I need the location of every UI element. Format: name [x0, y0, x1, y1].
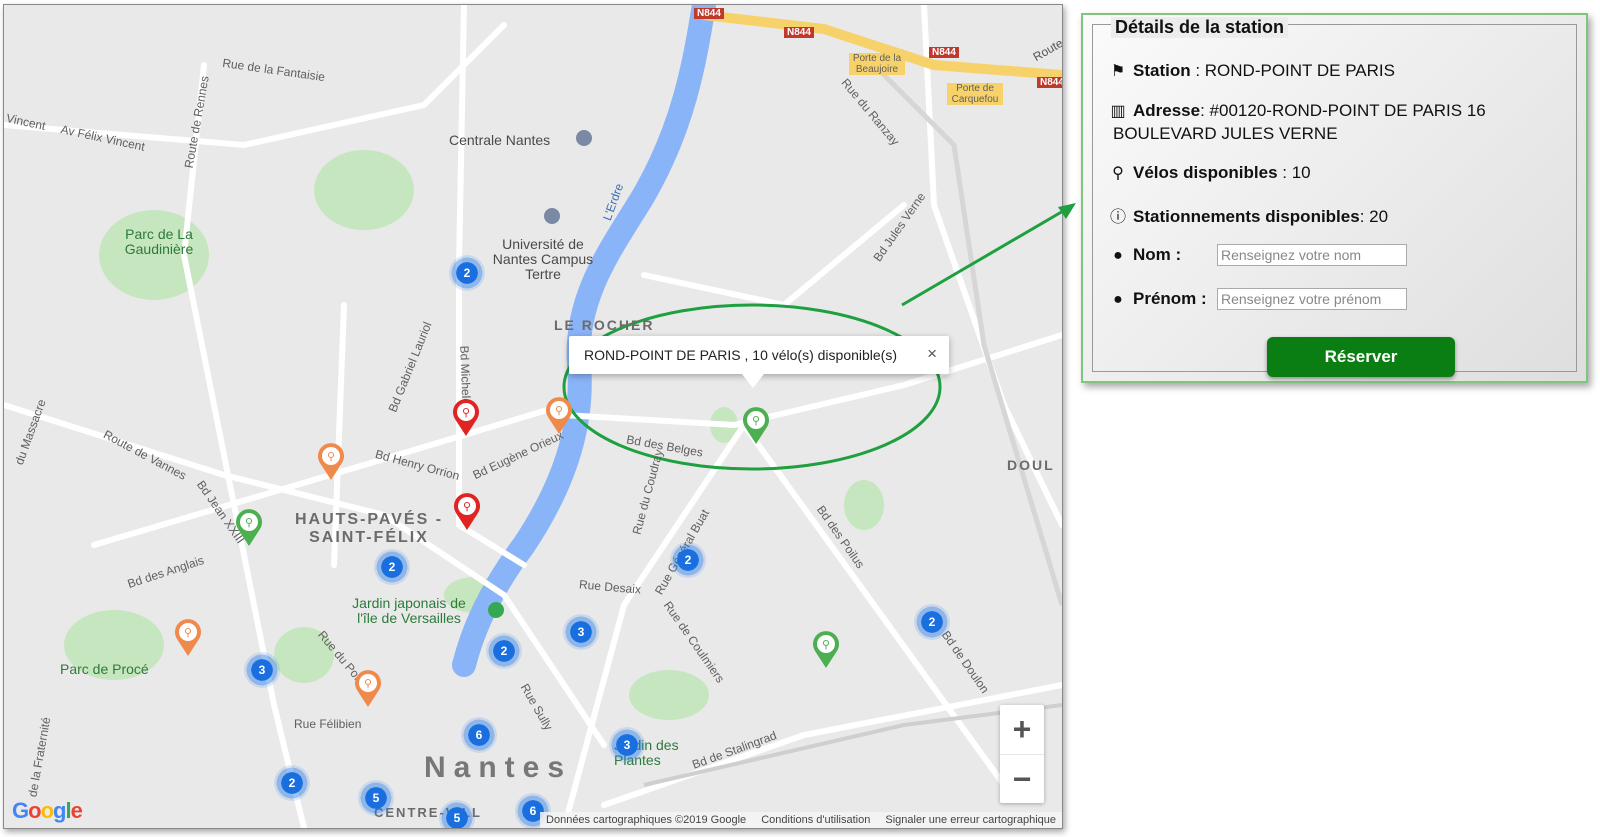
- bike-station-pin-green[interactable]: ⚲: [812, 631, 840, 669]
- bike-station-pin-orange[interactable]: ⚲: [545, 397, 573, 435]
- station-cluster[interactable]: 3: [609, 727, 645, 763]
- nom-input[interactable]: [1217, 244, 1407, 266]
- road-shield: N844: [929, 47, 959, 58]
- infowindow-text: ROND-POINT DE PARIS , 10 vélo(s) disponi…: [584, 347, 898, 363]
- road-shield: N844: [784, 27, 814, 38]
- address-value: : #00120-ROND-POINT DE PARIS 16: [1200, 101, 1486, 120]
- bikes-label: Vélos disponibles: [1133, 163, 1278, 182]
- close-icon[interactable]: ×: [927, 344, 937, 364]
- station-infowindow: ROND-POINT DE PARIS , 10 vélo(s) disponi…: [569, 336, 949, 388]
- prenom-row: ● Prénom :: [1107, 289, 1207, 309]
- map-icon: ▥: [1110, 103, 1126, 120]
- zoom-control: + −: [1000, 705, 1044, 803]
- google-logo[interactable]: Google: [12, 798, 83, 824]
- bikes-value: : 10: [1277, 163, 1311, 182]
- station-details-panel: Détails de la station ⚑ Station : ROND-PO…: [1081, 13, 1588, 383]
- svg-text:⚲: ⚲: [245, 516, 253, 529]
- map-view[interactable]: Rue de la Fantaisie Av Félix Vincent Vin…: [3, 4, 1063, 829]
- svg-text:⚲: ⚲: [752, 414, 760, 427]
- station-cluster[interactable]: 5: [439, 800, 475, 828]
- address-label: Adresse: [1133, 101, 1201, 120]
- station-cluster[interactable]: 2: [274, 765, 310, 801]
- svg-text:⚲: ⚲: [463, 500, 471, 513]
- location-pin-icon[interactable]: [576, 130, 592, 146]
- svg-text:⚲: ⚲: [184, 626, 192, 639]
- nom-label: Nom :: [1133, 245, 1182, 264]
- map-attribution: Données cartographiques ©2019 Google Con…: [540, 812, 1062, 828]
- district-label: DOUL: [1007, 457, 1055, 473]
- poi-label: Centrale Nantes: [449, 132, 551, 148]
- user-icon: ●: [1113, 291, 1123, 308]
- station-cluster[interactable]: 2: [914, 604, 950, 640]
- station-cluster[interactable]: 2: [670, 542, 706, 578]
- city-label: Nantes: [424, 751, 573, 784]
- panel-title: Détails de la station: [1111, 17, 1289, 38]
- svg-text:⚲: ⚲: [822, 638, 830, 651]
- garden-icon[interactable]: [488, 602, 504, 618]
- svg-text:⚲: ⚲: [327, 450, 335, 463]
- svg-text:⚲: ⚲: [364, 677, 372, 690]
- address-row: ▥ Adresse: #00120-ROND-POINT DE PARIS 16: [1107, 101, 1486, 121]
- station-cluster[interactable]: 2: [486, 633, 522, 669]
- bike-station-pin-orange[interactable]: ⚲: [174, 619, 202, 657]
- zoom-in-button[interactable]: +: [1000, 705, 1044, 755]
- svg-text:⚲: ⚲: [462, 406, 470, 419]
- university-icon[interactable]: [544, 208, 560, 224]
- exit-label: Porte de la Beaujoire: [849, 53, 905, 75]
- district-label: HAUTS-PAVÉS - SAINT-FÉLIX: [294, 511, 444, 546]
- bike-station-pin-green[interactable]: ⚲: [235, 509, 263, 547]
- svg-text:⚲: ⚲: [555, 404, 563, 417]
- station-cluster[interactable]: 3: [563, 614, 599, 650]
- bikes-row: ⚲ Vélos disponibles : 10: [1107, 163, 1311, 183]
- address-row-cont: BOULEVARD JULES VERNE: [1113, 124, 1338, 143]
- station-cluster[interactable]: 2: [374, 549, 410, 585]
- bike-station-pin-red[interactable]: ⚲: [452, 399, 480, 437]
- info-icon: ⓘ: [1109, 209, 1126, 226]
- district-label: LE ROCHER: [554, 317, 655, 333]
- street-label: Rue Félibien: [294, 717, 362, 731]
- report-error-link[interactable]: Signaler une erreur cartographique: [885, 814, 1056, 826]
- station-value: : ROND-POINT DE PARIS: [1190, 61, 1395, 80]
- station-cluster[interactable]: 3: [244, 652, 280, 688]
- reserve-button[interactable]: Réserver: [1267, 337, 1455, 377]
- connector-arrow: [901, 203, 1076, 307]
- terms-link[interactable]: Conditions d'utilisation: [761, 814, 870, 826]
- park-label: Parc de Procé: [60, 661, 149, 677]
- signpost-icon: ⚑: [1110, 63, 1126, 80]
- exit-label: Porte de Carquefou: [947, 83, 1003, 105]
- parking-value: : 20: [1359, 207, 1389, 226]
- map-data-credit: Données cartographiques ©2019 Google: [546, 814, 747, 826]
- nom-row: ● Nom :: [1107, 245, 1181, 265]
- bicycle-icon: ⚲: [1112, 165, 1124, 182]
- park-label: Parc de La Gaudinière: [124, 226, 194, 257]
- station-label: Station: [1133, 61, 1191, 80]
- prenom-label: Prénom :: [1133, 289, 1207, 308]
- prenom-input[interactable]: [1217, 288, 1407, 310]
- station-row: ⚑ Station : ROND-POINT DE PARIS: [1107, 61, 1395, 81]
- station-cluster[interactable]: 5: [358, 780, 394, 816]
- poi-label: Université de Nantes Campus Tertre: [492, 236, 594, 282]
- bike-station-pin-orange[interactable]: ⚲: [317, 443, 345, 481]
- bike-station-pin-red[interactable]: ⚲: [453, 493, 481, 531]
- parking-row: ⓘ Stationnements disponibles: 20: [1107, 203, 1388, 227]
- user-icon: ●: [1113, 247, 1123, 264]
- bike-station-pin-orange[interactable]: ⚲: [354, 670, 382, 708]
- station-cluster[interactable]: 2: [449, 255, 485, 291]
- road-shield: N844: [1037, 77, 1062, 88]
- station-cluster[interactable]: 6: [461, 717, 497, 753]
- bike-station-pin-selected[interactable]: ⚲: [742, 407, 770, 445]
- park-label: Jardin japonais de l'île de Versailles: [352, 595, 466, 626]
- road-shield: N844: [694, 8, 724, 19]
- zoom-out-button[interactable]: −: [1000, 755, 1044, 804]
- parking-label: Stationnements disponibles: [1133, 207, 1360, 226]
